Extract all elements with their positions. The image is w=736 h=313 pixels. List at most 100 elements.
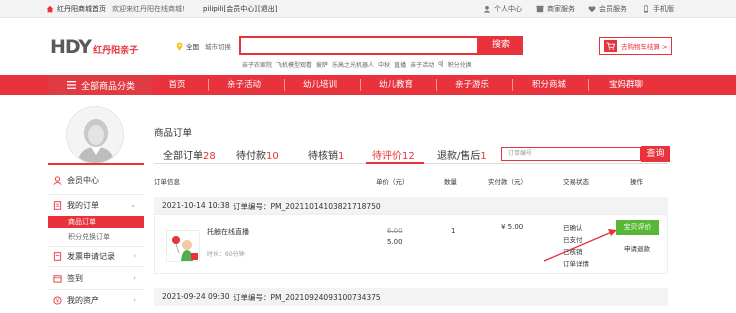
hot-word[interactable]: 亲子活动 xyxy=(410,60,434,69)
cart-icon xyxy=(604,40,617,52)
unit-price: 5.00 xyxy=(387,238,403,246)
sidebar-item-label: 我的订单 xyxy=(67,200,99,210)
menu-icon xyxy=(66,81,76,89)
cart-label: 去购物车结算 > xyxy=(621,43,668,51)
tab-all-orders[interactable]: 全部订单28 xyxy=(163,147,216,162)
personal-center-link[interactable]: 个人中心 xyxy=(483,4,522,14)
all-categories-label: 全部商品分类 xyxy=(80,81,135,92)
logo-sub: 红丹阳亲子 xyxy=(93,46,139,56)
nav-item-play[interactable]: 亲子游乐 xyxy=(450,75,494,95)
merchant-service-label: 商家服务 xyxy=(547,5,575,13)
sidebar-subitem-points-orders[interactable]: 积分兑换订单 xyxy=(48,231,144,243)
default-avatar-icon xyxy=(67,107,123,163)
sidebar-item-label: 发票申请记录 xyxy=(67,251,115,261)
hot-word[interactable]: 积分兑换 xyxy=(448,60,472,69)
column-header: 单价（元） xyxy=(376,178,409,186)
nav-divider xyxy=(512,79,513,91)
search-button[interactable]: 搜索 xyxy=(479,36,523,55)
tab-pending-verify[interactable]: 待核销1 xyxy=(308,147,344,162)
order-search-button[interactable]: 查询 xyxy=(641,146,670,162)
original-price: 6.00 xyxy=(387,227,403,235)
location-pin-icon xyxy=(176,42,183,51)
nav-divider xyxy=(208,79,209,91)
hot-word[interactable]: 亲子农家院 xyxy=(242,60,272,69)
tab-refund[interactable]: 退款/售后1 xyxy=(437,147,487,162)
avatar[interactable] xyxy=(66,106,124,164)
nav-item-mom-chat[interactable]: 宝妈群聊 xyxy=(604,75,648,95)
hot-word[interactable]: 飞机模型观看 xyxy=(276,60,312,69)
home-link[interactable]: 红丹阳商城首页 xyxy=(46,4,106,14)
divider xyxy=(48,266,144,267)
merchant-service-link[interactable]: 商家服务 xyxy=(536,4,575,14)
store-icon xyxy=(536,5,544,13)
nav-item-points-mall[interactable]: 积分商城 xyxy=(527,75,571,95)
product-thumbnail[interactable] xyxy=(166,230,200,262)
city-selector[interactable]: 全国 城市切换 xyxy=(176,41,231,51)
chevron-right-icon: › xyxy=(133,296,136,304)
red-arrow-annotation xyxy=(543,229,617,262)
order-number: 订单编号：PM_20211014103821718750 xyxy=(233,202,381,211)
member-service-label: 会员服务 xyxy=(599,5,627,13)
user-icon xyxy=(483,5,491,13)
order-header: 2021-10-14 10:38 订单编号：PM_202110141038217… xyxy=(154,197,668,215)
cart-button[interactable]: 去购物车结算 > xyxy=(599,37,672,55)
sidebar-subitem-product-orders[interactable]: 商品订单 xyxy=(48,216,144,228)
sidebar-item-label: 签到 xyxy=(67,273,83,283)
page-title: 商品订单 xyxy=(154,128,193,139)
city-name: 全国 xyxy=(186,43,199,51)
member-center-link[interactable]: pilipili[会员中心] xyxy=(203,4,257,14)
home-icon xyxy=(46,5,54,13)
search-input[interactable] xyxy=(239,36,479,55)
hot-word[interactable]: 乐高之光机器人 xyxy=(332,60,374,69)
nav-item-parent-child[interactable]: 亲子活动 xyxy=(222,75,266,95)
hot-word[interactable]: 中秋 xyxy=(378,60,390,69)
nav-item-home[interactable]: 首页 xyxy=(165,75,189,95)
logout-link[interactable]: [退出] xyxy=(258,4,277,14)
tab-pending-review[interactable]: 待评价12 xyxy=(372,147,415,162)
nav-divider xyxy=(436,79,437,91)
quantity: 1 xyxy=(451,227,456,235)
sidebar-item-my-orders[interactable]: 我的订单 ⌄ xyxy=(48,199,144,211)
sidebar-item-member-center[interactable]: 会员中心 xyxy=(48,173,144,187)
chevron-down-icon: ⌄ xyxy=(130,201,136,209)
member-service-link[interactable]: 会员服务 xyxy=(588,4,627,14)
product-title[interactable]: 托触在线直播 xyxy=(207,227,249,237)
document-icon xyxy=(53,200,62,210)
nav-divider xyxy=(284,79,285,91)
divider xyxy=(48,289,144,290)
column-header: 订单信息 xyxy=(154,178,180,186)
sidebar-item-label: 我的资产 xyxy=(67,295,99,305)
svg-text:¥: ¥ xyxy=(56,298,60,304)
order-date: 2021-09-24 09:30 xyxy=(162,292,230,301)
order-header: 2021-09-24 09:30 订单编号：PM_202109240931007… xyxy=(154,288,668,306)
sidebar-item-assets[interactable]: ¥ 我的资产 › xyxy=(48,294,144,306)
tab-pending-payment[interactable]: 待付款10 xyxy=(236,147,279,162)
sidebar-item-invoice[interactable]: 发票申请记录 › xyxy=(48,250,144,262)
hot-word[interactable]: 披萨 xyxy=(316,60,328,69)
site-logo[interactable]: HDY 红丹阳亲子 xyxy=(50,36,139,58)
order-number-input[interactable]: 订单编号 xyxy=(501,147,641,161)
mobile-link[interactable]: 手机版 xyxy=(642,4,674,14)
divider xyxy=(48,246,144,247)
divider xyxy=(48,194,144,195)
city-switch-link[interactable]: 城市切换 xyxy=(205,41,231,51)
all-categories-button[interactable]: 全部商品分类 xyxy=(49,75,153,95)
sidebar-item-signin[interactable]: 签到 › xyxy=(48,272,144,284)
home-link-label: 红丹阳商城首页 xyxy=(57,5,106,13)
hot-word[interactable]: 直播 xyxy=(394,60,406,69)
welcome-text: 欢迎来红丹阳在线商城! xyxy=(112,5,185,13)
personal-center-label: 个人中心 xyxy=(494,5,522,13)
paid-amount: ¥ 5.00 xyxy=(501,223,524,231)
chevron-right-icon: › xyxy=(133,252,136,260)
hot-search-words: 亲子农家院 飞机模型观看 披萨 乐高之光机器人 中秋 直播 亲子活动 qj 积分… xyxy=(242,60,472,69)
logo-main: HDY xyxy=(50,36,92,58)
nav-item-education[interactable]: 幼儿教育 xyxy=(374,75,418,95)
hot-word[interactable]: qj xyxy=(438,60,443,69)
refund-link[interactable]: 申请退款 xyxy=(624,243,650,253)
nav-item-training[interactable]: 幼儿培训 xyxy=(298,75,342,95)
column-header: 操作 xyxy=(630,178,643,186)
order-number: 订单编号：PM_20210924093100734375 xyxy=(233,293,381,302)
review-button[interactable]: 宝贝评价 xyxy=(616,220,659,235)
user-icon xyxy=(53,175,62,185)
top-utility-bar: 红丹阳商城首页 欢迎来红丹阳在线商城! pilipili[会员中心] [退出] … xyxy=(0,0,736,18)
